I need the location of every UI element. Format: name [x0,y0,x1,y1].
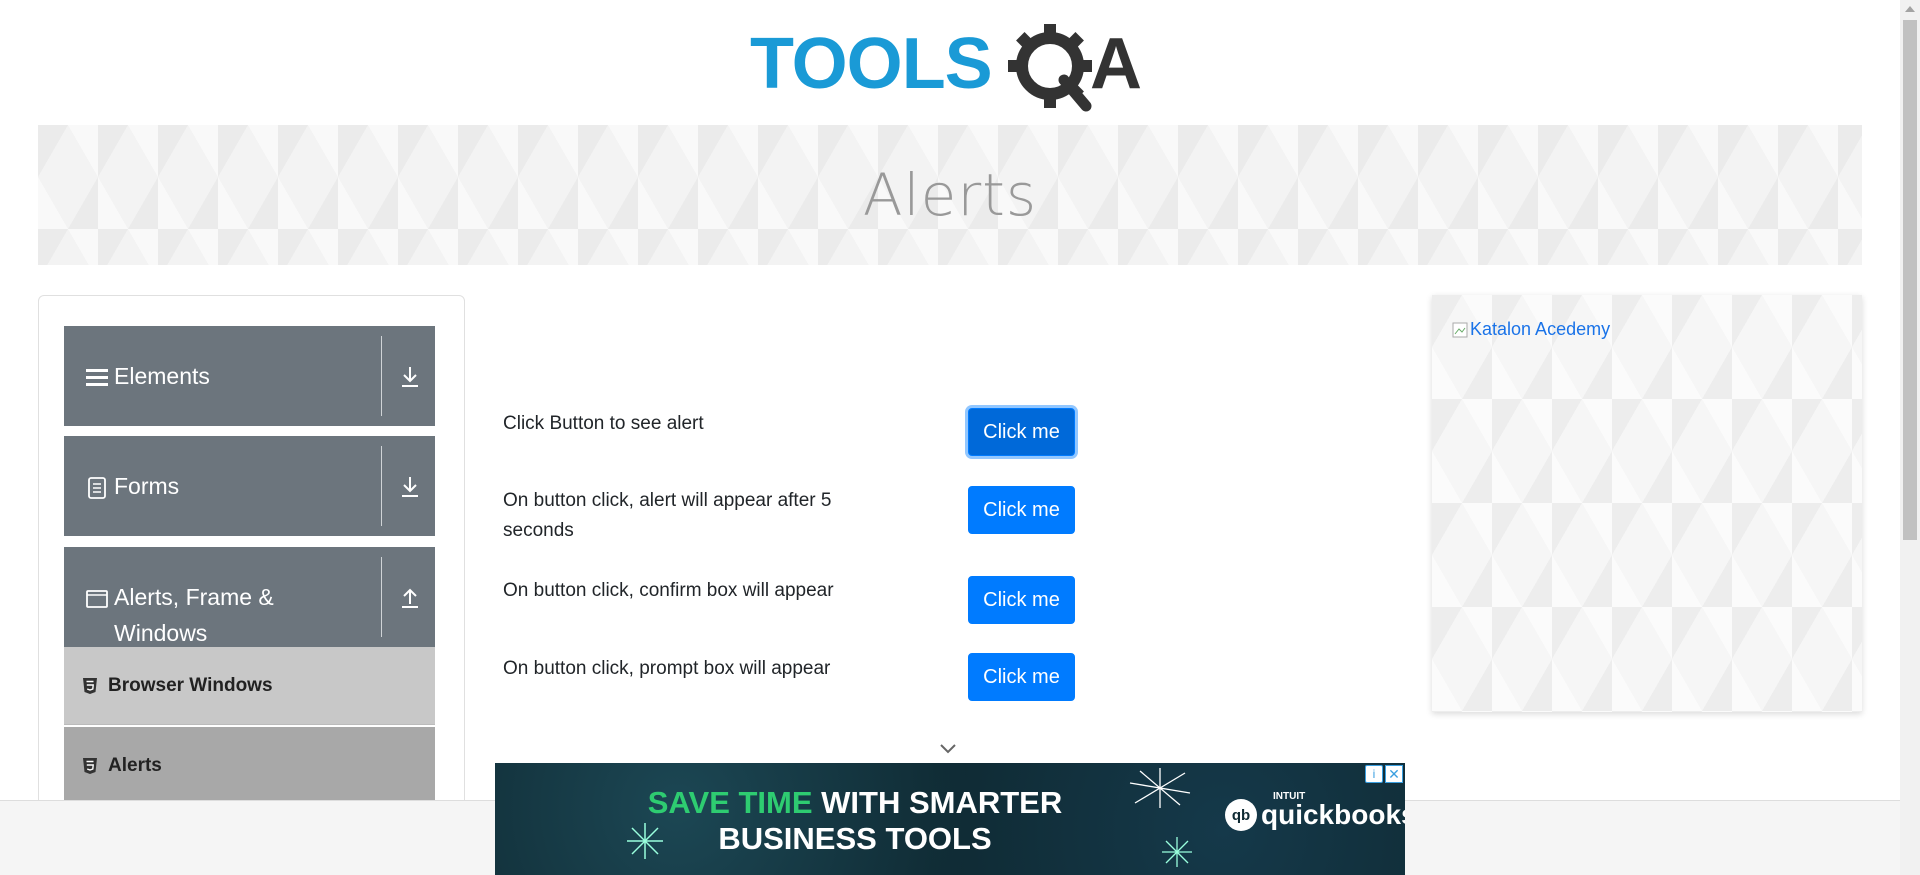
sidebar-item-alerts[interactable]: Alerts [64,727,435,805]
nav-group-forms[interactable]: Forms [64,436,435,536]
image-alt-text: Katalon Acedemy [1470,319,1611,339]
sidebar-item-browser-windows[interactable]: Browser Windows [64,647,435,725]
row-text-line2: seconds [503,520,574,541]
ad-headline-white: WITH SMARTER [821,785,1063,820]
nav-group-label: Forms [114,473,180,499]
row-text-line1: On button click, alert will appear after… [503,490,832,511]
katalon-academy-image[interactable]: Katalon Acedemy [1452,319,1610,340]
prompt-button[interactable]: Click me [968,653,1075,701]
alert-button[interactable]: Click me [968,408,1075,456]
ad-close-icon[interactable]: ✕ [1385,765,1403,783]
quickbooks-ad[interactable]: SAVE TIME WITH SMARTER BUSINESS TOOLS qb… [495,763,1405,875]
download-arrow-icon [402,367,418,387]
intuit-label: INTUIT [1273,791,1306,802]
hamburger-icon [86,369,108,386]
sidebar-item-label: Alerts [108,755,162,776]
quickbooks-icon: qb [1225,799,1257,831]
window-icon [86,590,108,608]
download-arrow-icon [402,477,418,497]
svg-text:A: A [1090,24,1142,104]
side-ad[interactable]: Katalon Acedemy [1432,295,1862,712]
document-icon [88,477,106,499]
broken-image-icon [1452,322,1468,337]
svg-text:TOOLS: TOOLS [750,24,992,104]
ad-headline: SAVE TIME WITH SMARTER [495,785,1215,821]
html5-icon [83,678,97,694]
timer-alert-row-text: On button click, alert will appear after… [503,486,873,546]
html5-icon [83,758,97,774]
scroll-thumb[interactable] [1903,20,1917,540]
quickbooks-name: quickbooks [1261,799,1405,830]
page-title: Alerts [862,161,1038,229]
nav-group-label-line2: Windows [114,620,208,646]
divider [381,446,382,526]
vertical-scrollbar[interactable] [1900,0,1920,875]
nav-group-alerts-frame-windows[interactable]: Alerts, Frame & Windows [64,547,435,647]
prompt-row-text: On button click, prompt box will appear [503,658,831,679]
confirm-row-text: On button click, confirm box will appear [503,580,834,601]
timer-alert-button[interactable]: Click me [968,486,1075,534]
nav-group-label: Elements [114,363,210,389]
ad-subheadline: BUSINESS TOOLS [718,821,992,856]
upload-arrow-icon [402,588,418,608]
divider [381,336,382,416]
chevron-down-icon[interactable] [938,742,958,756]
confirm-button[interactable]: Click me [968,576,1075,624]
ad-headline-green: SAVE TIME [647,785,813,820]
sidebar-item-label: Browser Windows [108,675,273,696]
nav-group-elements[interactable]: Elements [64,326,435,426]
page: TOOLS A Alerts Elements Forms Alerts, Fr… [0,0,1920,875]
toolsqa-logo[interactable]: TOOLS A [750,18,1155,116]
nav-group-label-line1: Alerts, Frame & [114,584,274,610]
ad-info-icon[interactable]: i [1365,765,1383,783]
divider [381,557,382,637]
scroll-up-arrow-icon[interactable] [1905,6,1915,12]
page-banner: Alerts [38,125,1862,265]
quickbooks-logo: qb INTUIT quickbooks [1225,791,1405,831]
alert-row-text: Click Button to see alert [503,413,704,434]
